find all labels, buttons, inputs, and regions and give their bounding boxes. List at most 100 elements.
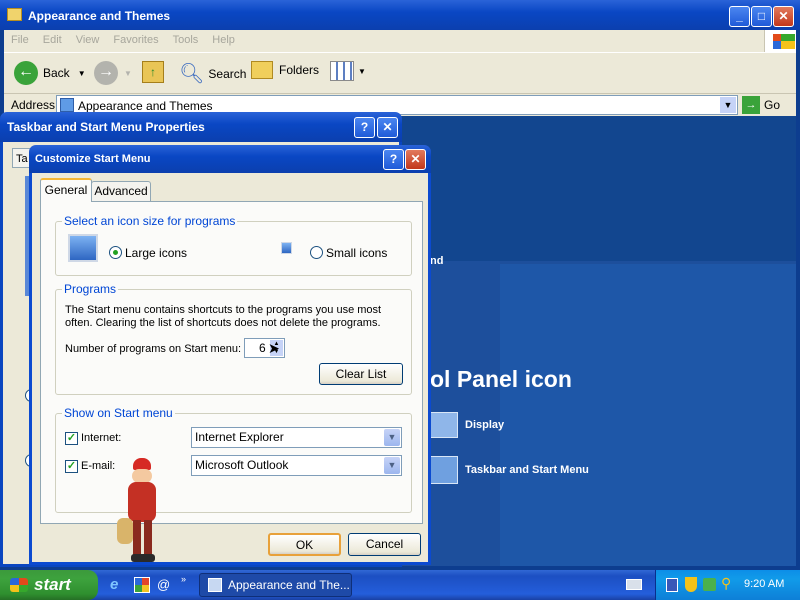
internet-explorer-icon[interactable]: e: [110, 577, 126, 593]
email-select[interactable]: Microsoft Outlook ▼: [191, 455, 402, 476]
clear-list-label: Clear List: [335, 367, 387, 381]
display-icon: [430, 412, 458, 438]
network-icon[interactable]: [666, 578, 678, 592]
explorer-titlebar: Appearance and Themes _ □ ✕: [0, 0, 800, 30]
partial-task-text: nd: [430, 255, 444, 267]
views-icon: [330, 61, 354, 81]
chevron-down-icon: ▼: [384, 457, 400, 474]
go-arrow-icon: →: [742, 96, 760, 114]
show-on-legend: Show on Start menu: [62, 406, 175, 420]
taskbar-task-appearance[interactable]: Appearance and The...: [199, 573, 352, 597]
small-icons-radio[interactable]: [310, 246, 323, 259]
safely-remove-icon[interactable]: [703, 578, 716, 591]
menu-tools[interactable]: Tools: [166, 30, 206, 50]
search-icon[interactable]: ⚲: [721, 575, 731, 592]
customize-titlebar: Customize Start Menu ? ✕: [29, 145, 431, 173]
taskbar-startmenu-item[interactable]: Taskbar and Start Menu: [430, 456, 589, 484]
tab-panel: Select an icon size for programs Large i…: [40, 201, 423, 524]
customize-dialog: General Advanced Select an icon size for…: [29, 173, 431, 565]
large-icons-label: Large icons: [125, 246, 188, 260]
folders-label: Folders: [279, 63, 320, 77]
cancel-button[interactable]: Cancel: [348, 533, 421, 556]
display-label: Display: [465, 419, 505, 431]
internet-value: Internet Explorer: [195, 430, 284, 444]
window-title: Appearance and Themes: [28, 9, 171, 23]
control-panel-icon: [60, 98, 74, 112]
programs-description: The Start menu contains shortcuts to the…: [65, 304, 382, 329]
search-button[interactable]: 🔍︎ Search: [179, 61, 246, 86]
email-checkbox[interactable]: ✓: [65, 460, 78, 473]
chevron-down-icon: ▼: [384, 429, 400, 446]
display-item[interactable]: Display: [430, 412, 504, 438]
ok-button[interactable]: OK: [268, 533, 341, 556]
menu-favorites[interactable]: Favorites: [106, 30, 165, 50]
folder-icon: [7, 8, 22, 21]
search-icon: 🔍︎: [179, 63, 205, 85]
address-value: Appearance and Themes: [78, 99, 213, 113]
pick-control-panel-heading: ol Panel icon: [430, 366, 572, 392]
paint-icon[interactable]: [134, 577, 150, 593]
windows-logo-icon: [764, 30, 796, 52]
help-button[interactable]: ?: [354, 117, 375, 138]
tbprops-titlebar: Taskbar and Start Menu Properties ? ✕: [0, 112, 402, 142]
forward-arrow-icon: →: [94, 61, 118, 85]
clock: 9:20 AM: [744, 578, 785, 590]
back-arrow-icon: ←: [14, 61, 38, 85]
address-dropdown-icon[interactable]: ▼: [720, 97, 736, 113]
tbprops-title: Taskbar and Start Menu Properties: [7, 120, 205, 134]
folders-button[interactable]: Folders: [251, 61, 319, 79]
up-folder-button[interactable]: ↑: [142, 61, 164, 83]
keyboard-icon[interactable]: [626, 579, 642, 590]
go-label: Go: [764, 98, 781, 112]
taskbar-icon: [430, 456, 458, 484]
menu-file[interactable]: File: [4, 30, 36, 50]
views-button[interactable]: ▼: [330, 61, 366, 81]
taskbar-task-label: Appearance and The...: [228, 578, 350, 592]
tab-general[interactable]: General: [40, 178, 92, 202]
back-button[interactable]: ← Back ▼: [14, 61, 86, 85]
minimize-button[interactable]: _: [729, 6, 750, 27]
close-button[interactable]: ✕: [773, 6, 794, 27]
maximize-button[interactable]: □: [751, 6, 772, 27]
icon-size-legend: Select an icon size for programs: [62, 214, 238, 228]
chevron-down-icon: ▼: [77, 68, 86, 78]
email-label: E-mail:: [81, 460, 116, 472]
folders-icon: [251, 61, 273, 79]
content-main-panel: [500, 264, 796, 566]
security-shield-icon[interactable]: [685, 577, 697, 592]
internet-label: Internet:: [81, 432, 122, 444]
program-count-value: 6: [259, 341, 266, 355]
clear-list-button[interactable]: Clear List: [319, 363, 403, 385]
address-label: Address: [11, 98, 56, 112]
programs-group: Programs The Start menu contains shortcu…: [55, 282, 412, 395]
go-button[interactable]: → Go: [742, 96, 780, 114]
outlook-express-icon[interactable]: @: [157, 577, 173, 593]
close-button[interactable]: ✕: [377, 117, 398, 138]
taskbar-startmenu-label: Taskbar and Start Menu: [465, 464, 589, 476]
internet-select[interactable]: Internet Explorer ▼: [191, 427, 402, 448]
chevron-down-icon: ▼: [124, 68, 132, 78]
large-icons-radio[interactable]: [109, 246, 122, 259]
help-button[interactable]: ?: [383, 149, 404, 170]
system-tray: ⚲ 9:20 AM: [655, 570, 800, 600]
show-desktop-icon[interactable]: »: [181, 574, 193, 586]
menu-edit[interactable]: Edit: [36, 30, 69, 50]
chevron-down-icon: ▼: [358, 66, 366, 76]
menu-help[interactable]: Help: [205, 30, 242, 50]
show-on-group: Show on Start menu ✓ Internet: Internet …: [55, 406, 412, 513]
toolbar: ← Back ▼ → ▼ ↑ 🔍︎ Search Folders ▼: [4, 52, 796, 94]
menu-bar: File Edit View Favorites Tools Help: [4, 30, 796, 52]
forward-button[interactable]: → ▼: [94, 61, 132, 85]
internet-checkbox[interactable]: ✓: [65, 432, 78, 445]
small-computer-icon: [281, 242, 292, 254]
program-count-label: Number of programs on Start menu:: [65, 343, 242, 355]
email-value: Microsoft Outlook: [195, 458, 289, 472]
menu-view[interactable]: View: [69, 30, 107, 50]
search-label: Search: [208, 66, 247, 81]
close-button[interactable]: ✕: [405, 149, 426, 170]
control-panel-icon: [208, 578, 222, 592]
start-button[interactable]: start: [0, 570, 98, 600]
tab-advanced[interactable]: Advanced: [91, 181, 151, 201]
windows-flag-icon: [10, 578, 28, 592]
start-label: start: [34, 575, 71, 594]
